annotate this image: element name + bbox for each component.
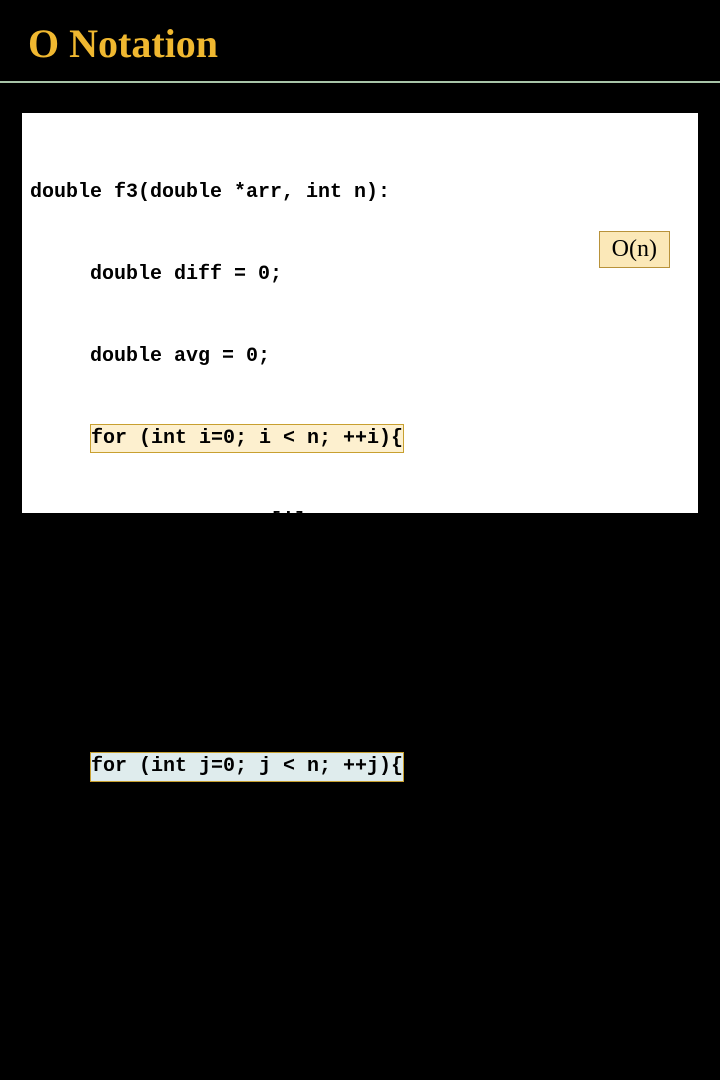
code-line: return diff; [30,999,690,1026]
code-area: double f3(double *arr, int n): double di… [22,113,698,513]
code-line: diff += arr[j] - avg; [30,836,690,863]
complexity-badge: O(n) [599,231,670,268]
slide: O Notation double f3(double *arr, int n)… [0,0,720,540]
title-bar: O Notation [0,0,720,83]
slide-title: O Notation [28,20,720,67]
code-line: avg = avg / n; [30,671,690,698]
code-line: } [30,589,690,616]
code-line: } [30,917,690,944]
code-line-highlight-for-i: for (int i=0; i < n; ++i){ [90,424,404,453]
code-line-highlight-for-j: for (int j=0; j < n; ++j){ [90,752,404,781]
code-line: double f3(double *arr, int n): [30,179,690,206]
code-line: double avg = 0; [30,343,690,370]
code-line: avg += arr[i]; [30,508,690,535]
code-block: double f3(double *arr, int n): double di… [30,125,690,1080]
code-line: double diff = 0; [30,261,690,288]
